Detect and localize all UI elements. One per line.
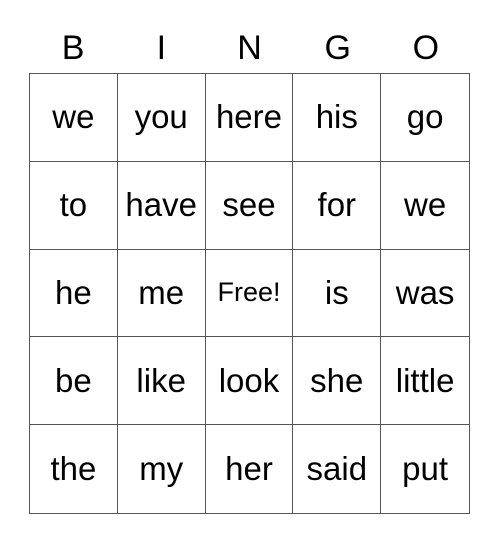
bingo-card: we you here his go to have see for we he… [29,73,470,514]
bingo-cell[interactable]: look [205,337,294,426]
bingo-cell[interactable]: for [293,161,382,250]
bingo-cell[interactable]: me [117,249,206,338]
header-letter: O [412,29,440,67]
bingo-cell[interactable]: be [30,337,118,426]
header-letter: N [237,29,262,67]
bingo-cell[interactable]: have [117,161,206,250]
bingo-cell[interactable]: she [293,337,382,426]
bingo-cell[interactable]: to [30,161,118,250]
bingo-cell[interactable]: the [30,425,118,513]
bingo-cell[interactable]: we [30,74,118,162]
header-letter: G [324,29,351,67]
bingo-cell[interactable]: was [381,250,469,338]
free-space-cell[interactable]: Free! [205,249,294,338]
bingo-cell[interactable]: said [293,425,382,513]
bingo-cell[interactable]: put [381,425,469,513]
bingo-cell[interactable]: is [293,249,382,338]
bingo-cell[interactable]: you [117,74,206,162]
bingo-cell[interactable]: we [381,162,469,250]
bingo-cell[interactable]: like [117,337,206,426]
bingo-cell[interactable]: see [205,161,294,250]
header-letter: B [61,29,85,67]
header-letter: I [156,29,167,67]
bingo-header: B I N G O [29,24,470,72]
bingo-cell[interactable]: go [381,74,469,162]
bingo-cell[interactable]: here [205,74,294,162]
bingo-cell[interactable]: little [381,337,469,426]
bingo-cell[interactable]: his [293,74,382,162]
bingo-cell[interactable]: my [118,425,206,513]
bingo-cell[interactable]: her [206,425,294,513]
bingo-cell[interactable]: he [30,249,118,338]
